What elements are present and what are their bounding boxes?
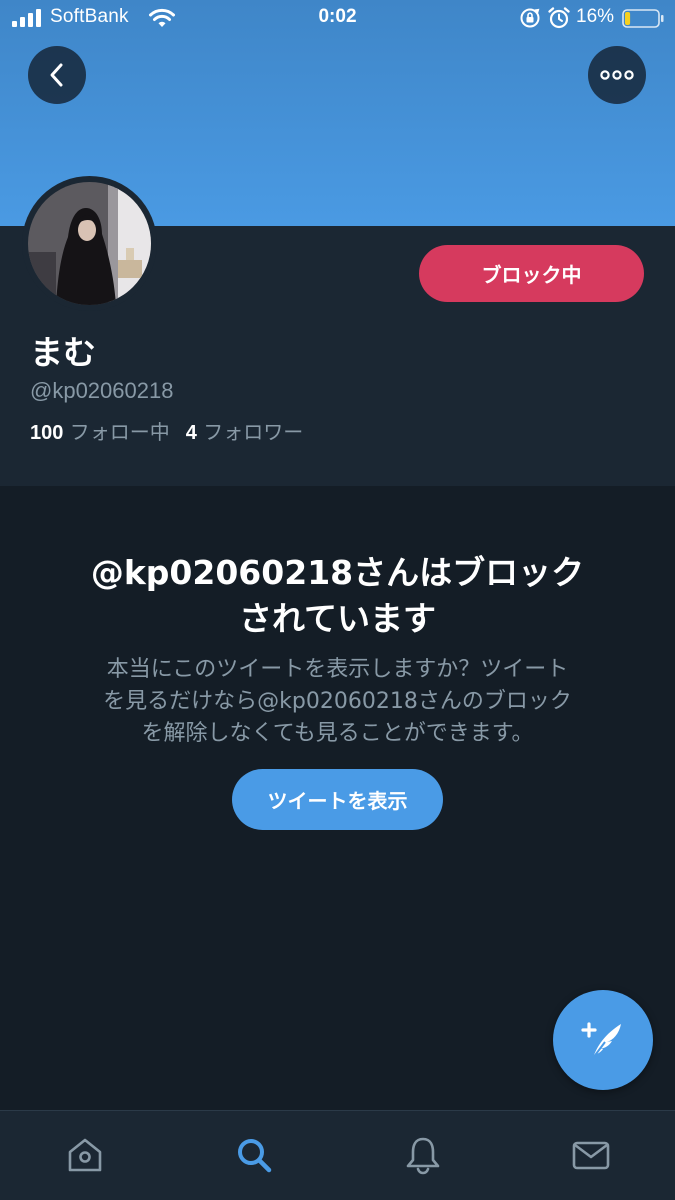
alarm-icon (548, 7, 570, 29)
chevron-left-icon (50, 63, 63, 87)
followers-count: 4 (185, 422, 197, 444)
battery-icon (622, 9, 664, 28)
status-bar: SoftBank 0:02 16% (0, 0, 675, 38)
blocked-title-line-2: されています (238, 599, 436, 638)
blocked-title-line-1: @kp02060218さんはブロック (90, 553, 585, 592)
follow-stats: 100 フォロー中 4 フォロワー (30, 416, 303, 445)
following-link[interactable]: 100 フォロー中 (30, 420, 170, 444)
blocking-button[interactable]: ブロック中 (419, 245, 644, 302)
more-icon (600, 70, 634, 80)
bell-icon (406, 1137, 440, 1175)
display-name: まむ (30, 333, 96, 372)
blocked-body-line-2: を見るだけなら@kp02060218さんのブロック (103, 689, 572, 714)
followers-label: フォロワー (203, 420, 304, 444)
search-icon (238, 1139, 272, 1173)
show-tweets-button[interactable]: ツイートを表示 (232, 769, 443, 830)
compose-feather-icon (581, 1022, 621, 1059)
blocked-body-line-1: 本当にこのツイートを表示しますか？ツイート (106, 657, 569, 682)
rotation-lock-icon (520, 8, 540, 28)
avatar-photo (28, 182, 151, 305)
following-count: 100 (30, 422, 64, 444)
tab-messages[interactable] (569, 1133, 613, 1177)
tab-notifications[interactable] (401, 1133, 445, 1177)
user-handle: @kp02060218 (30, 378, 174, 403)
battery-percent: 16% (576, 6, 615, 27)
clock: 0:02 (318, 6, 357, 27)
avatar[interactable] (22, 176, 157, 311)
profile-screen: SoftBank 0:02 16% ブロック中 まむ @kp02060218 1… (0, 0, 675, 1200)
tab-search[interactable] (232, 1133, 276, 1177)
tab-home[interactable] (63, 1133, 107, 1177)
blocked-notice-title: @kp02060218さんはブロック されています (40, 550, 635, 642)
blocked-notice-body: 本当にこのツイートを表示しますか？ツイート を見るだけなら@kp02060218… (60, 654, 615, 750)
followers-link[interactable]: 4 フォロワー (186, 420, 303, 444)
back-button[interactable] (28, 46, 86, 104)
blocked-body-line-3: を解除しなくても見ることができます。 (141, 721, 534, 746)
following-label: フォロー中 (69, 420, 170, 444)
mail-icon (572, 1141, 610, 1170)
home-icon (68, 1138, 102, 1172)
more-options-button[interactable] (588, 46, 646, 104)
tab-bar (0, 1110, 675, 1200)
compose-tweet-button[interactable] (553, 990, 653, 1090)
battery-level (625, 12, 631, 25)
